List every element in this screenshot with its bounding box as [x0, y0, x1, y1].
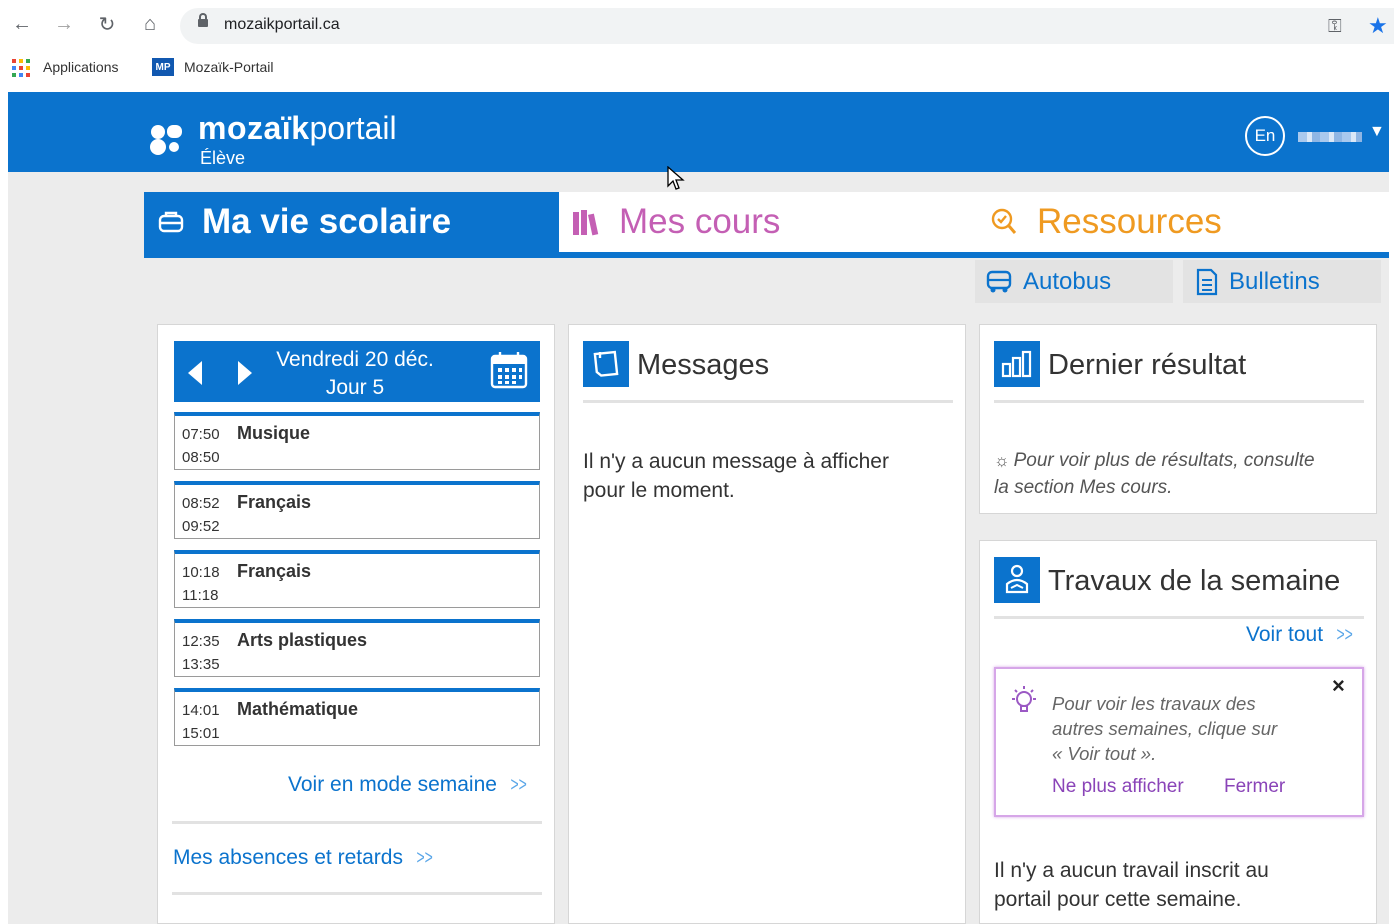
tab-label: Ma vie scolaire — [202, 202, 452, 241]
bookmark-applications[interactable]: Applications — [43, 59, 119, 75]
period-end: 09:52 — [182, 518, 220, 535]
backpack-icon — [158, 210, 184, 234]
period-subject: Mathématique — [237, 699, 359, 719]
subtab-autobus[interactable]: Autobus — [975, 260, 1173, 303]
period-subject: Arts plastiques — [237, 630, 368, 650]
period-start: 12:35 — [182, 633, 220, 650]
bookmark-star-icon[interactable]: ★ — [1368, 13, 1388, 39]
period-start: 14:01 — [182, 702, 220, 719]
tab-ma-vie-scolaire[interactable]: Ma vie scolaire — [144, 192, 559, 252]
user-role: Élève — [200, 148, 246, 168]
schedule-period[interactable]: 10:18 11:18 Français — [174, 550, 540, 608]
books-icon — [571, 207, 601, 237]
dont-show-again-link[interactable]: Ne plus afficher — [1052, 776, 1184, 798]
weekly-work-header: Travaux de la semaine — [994, 557, 1364, 619]
schedule-period[interactable]: 12:35 13:35 Arts plastiques — [174, 619, 540, 677]
divider — [172, 892, 542, 895]
forward-arrow-icon[interactable]: → — [50, 10, 78, 38]
period-subject: Français — [237, 492, 312, 512]
mozaik-logo-icon[interactable] — [148, 122, 188, 156]
subtab-label: Bulletins — [1229, 267, 1320, 295]
absences-link[interactable]: Mes absences et retards >> — [173, 846, 436, 870]
user-name-blurred[interactable] — [1298, 132, 1362, 142]
schedule-period[interactable]: 07:50 08:50 Musique — [174, 412, 540, 470]
apps-grid-icon[interactable] — [12, 59, 30, 77]
divider — [172, 821, 542, 824]
calendar-icon[interactable] — [490, 351, 528, 389]
tab-label: Ressources — [1037, 202, 1222, 241]
period-end: 13:35 — [182, 656, 220, 673]
user-menu-caret-icon[interactable]: ▼ — [1369, 123, 1385, 141]
weekly-work-panel: Travaux de la semaine Voir tout >> × Pour… — [979, 540, 1377, 924]
week-mode-link[interactable]: Voir en mode semaine >> — [288, 773, 530, 797]
schedule-panel: Vendredi 20 déc. Jour 5 07:50 08:50 Musi… — [157, 324, 555, 924]
day-navigator: Vendredi 20 déc. Jour 5 — [174, 341, 540, 402]
previous-day-icon[interactable] — [188, 361, 202, 385]
panel-title: Dernier résultat — [1048, 349, 1247, 381]
messages-empty-text: Il n'y a aucun message à afficher pour l… — [583, 450, 889, 502]
brand-name[interactable]: mozaïkportail — [198, 110, 397, 147]
period-subject: Musique — [237, 423, 311, 443]
bar-chart-icon — [994, 341, 1040, 387]
subtab-bulletins[interactable]: Bulletins — [1183, 260, 1381, 303]
panel-title: Messages — [637, 349, 770, 381]
bookmark-mozaik-portail[interactable]: Mozaïk-Portail — [184, 59, 273, 75]
reload-icon[interactable]: ↻ — [93, 10, 121, 38]
last-result-header: Dernier résultat — [994, 341, 1364, 403]
student-reading-icon — [994, 557, 1040, 603]
period-start: 08:52 — [182, 495, 220, 512]
page-edge — [0, 92, 8, 924]
chevron-right-icon: >> — [510, 774, 527, 796]
report-card-icon — [1195, 268, 1219, 296]
browser-toolbar: ← → ↻ ⌂ mozaikportail.ca ⚿ ★ — [0, 0, 1394, 50]
lightbulb-icon: ☼ — [994, 451, 1010, 470]
message-note-icon — [583, 341, 629, 387]
main-tabs: Ma vie scolaire Mes cours Ressources — [144, 192, 1389, 258]
address-bar[interactable]: mozaikportail.ca ⚿ ★ — [180, 8, 1394, 44]
chevron-right-icon: >> — [416, 847, 433, 869]
period-start: 10:18 — [182, 564, 220, 581]
period-end: 08:50 — [182, 449, 220, 466]
last-result-panel: Dernier résultat ☼ Pour voir plus de résu… — [979, 324, 1377, 514]
period-subject: Français — [237, 561, 312, 581]
tab-mes-cours[interactable]: Mes cours — [559, 192, 979, 252]
tab-label: Mes cours — [619, 202, 781, 241]
schedule-period[interactable]: 08:52 09:52 Français — [174, 481, 540, 539]
bookmarks-bar: Applications MP Mozaïk-Portail — [0, 50, 1394, 84]
back-arrow-icon[interactable]: ← — [8, 10, 36, 38]
period-end: 11:18 — [182, 587, 219, 604]
key-icon[interactable]: ⚿ — [1328, 16, 1342, 37]
period-end: 15:01 — [182, 725, 220, 742]
lock-icon — [198, 13, 208, 27]
bus-icon — [985, 269, 1013, 295]
url-text: mozaikportail.ca — [224, 16, 340, 33]
messages-header: Messages — [583, 341, 953, 403]
tab-ressources[interactable]: Ressources — [979, 192, 1389, 252]
mozaik-favicon-icon: MP — [152, 58, 174, 76]
next-day-icon[interactable] — [238, 361, 252, 385]
messages-panel: Messages Il n'y a aucun message à affich… — [568, 324, 966, 924]
weekly-work-empty-text: Il n'y a aucun travail inscrit au portai… — [994, 859, 1269, 911]
subtab-label: Autobus — [1023, 267, 1112, 295]
language-button[interactable]: En — [1245, 116, 1285, 156]
mouse-cursor-icon — [667, 166, 685, 190]
last-result-hint: ☼ Pour voir plus de résultats, consulte l… — [994, 450, 1315, 498]
lightbulb-icon — [1012, 686, 1036, 712]
home-icon[interactable]: ⌂ — [136, 10, 164, 38]
chevron-right-icon: >> — [1336, 624, 1353, 646]
schedule-day-number: Jour 5 — [325, 376, 385, 399]
schedule-period[interactable]: 14:01 15:01 Mathématique — [174, 688, 540, 746]
weekly-work-notice: × Pour voir les travaux des autres semai… — [994, 667, 1364, 817]
close-notice-link[interactable]: Fermer — [1224, 776, 1285, 798]
panel-title: Travaux de la semaine — [1048, 565, 1341, 597]
schedule-date: Vendredi 20 déc. — [276, 348, 434, 371]
period-start: 07:50 — [182, 426, 220, 443]
notice-text: Pour voir les travaux des autres semaine… — [1052, 693, 1278, 764]
resources-icon — [989, 207, 1019, 237]
app-header: mozaïkportail Élève En ▼ — [8, 92, 1389, 172]
see-all-link[interactable]: Voir tout >> — [1246, 623, 1356, 647]
